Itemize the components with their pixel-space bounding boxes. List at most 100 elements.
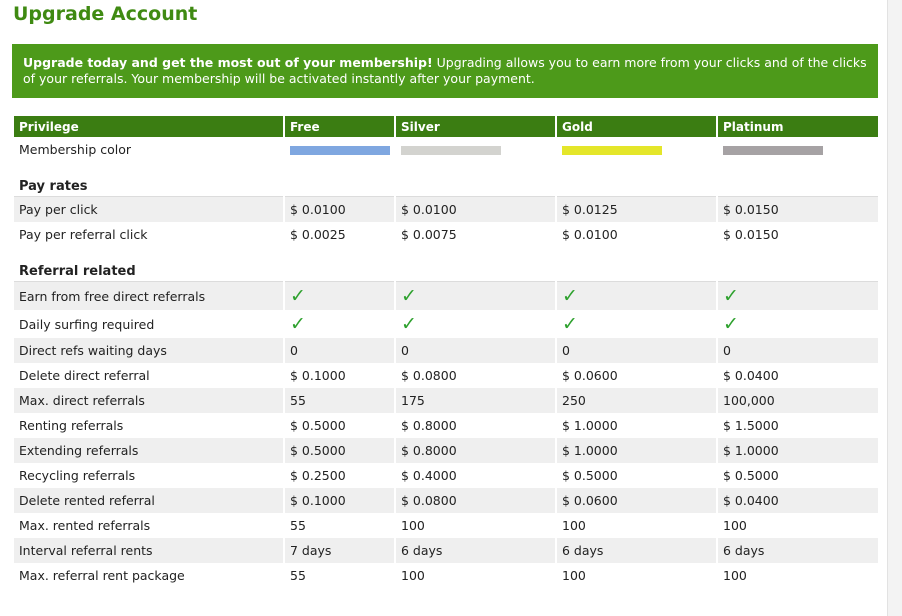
cell-free: 7 days (283, 538, 395, 563)
cell-free: 55 (283, 513, 395, 538)
cell-free: 0 (283, 338, 395, 363)
cell-gold: $ 0.0600 (555, 363, 717, 388)
row-label: Delete direct referral (14, 363, 284, 388)
header-gold: Gold (555, 116, 717, 137)
cell-gold: 0 (555, 338, 717, 363)
cell-gold: $ 0.0125 (555, 196, 717, 222)
cell-free: $ 0.2500 (283, 463, 395, 488)
cell-free: $ 0.5000 (283, 413, 395, 438)
row-label: Direct refs waiting days (14, 338, 284, 363)
cell-silver: $ 0.8000 (394, 413, 556, 438)
cell-silver: $ 0.0800 (394, 488, 556, 513)
cell-platinum: $ 0.0150 (716, 222, 878, 247)
cell-silver: 6 days (394, 538, 556, 563)
table-row: Renting referrals $ 0.5000 $ 0.8000 $ 1.000… (14, 413, 878, 438)
row-label: Max. rented referrals (14, 513, 284, 538)
cell-silver: 100 (394, 513, 556, 538)
check-icon: ✓ (562, 313, 578, 335)
check-icon: ✓ (562, 285, 578, 307)
cell-platinum: 100 (716, 513, 878, 538)
cell-platinum: $ 0.0150 (716, 196, 878, 222)
section-spacer (14, 247, 878, 262)
cell-silver: 175 (394, 388, 556, 413)
privileges-table: Privilege Free Silver Gold Platinum Memb… (14, 116, 878, 588)
row-label: Max. direct referrals (14, 388, 284, 413)
row-label: Interval referral rents (14, 538, 284, 563)
cell-platinum: $ 1.5000 (716, 413, 878, 438)
check-icon: ✓ (290, 285, 306, 307)
cell-silver: $ 0.0075 (394, 222, 556, 247)
cell-gold: $ 1.0000 (555, 413, 717, 438)
color-swatch-platinum (723, 146, 823, 155)
cell-silver: 100 (394, 563, 556, 588)
cell-platinum: $ 0.5000 (716, 463, 878, 488)
membership-color-row: Membership color (14, 137, 878, 162)
check-icon: ✓ (723, 285, 739, 307)
cell-platinum: $ 1.0000 (716, 438, 878, 463)
color-swatch-silver (401, 146, 501, 155)
scrollbar-track[interactable] (887, 0, 902, 616)
header-platinum: Platinum (716, 116, 878, 137)
cell-gold: $ 0.5000 (555, 463, 717, 488)
table-row: Daily surfing required ✓ ✓ ✓ ✓ (14, 310, 878, 338)
table-row: Interval referral rents 7 days 6 days 6 day… (14, 538, 878, 563)
row-label: Membership color (14, 137, 284, 162)
table-row: Earn from free direct referrals ✓ ✓ ✓ ✓ (14, 281, 878, 310)
cell-free: 55 (283, 563, 395, 588)
cell-free: 55 (283, 388, 395, 413)
cell-gold: 100 (555, 563, 717, 588)
table-row: Extending referrals $ 0.5000 $ 0.8000 $ 1.0… (14, 438, 878, 463)
header-privilege: Privilege (14, 116, 284, 137)
row-label: Max. referral rent package (14, 563, 284, 588)
cell-platinum: $ 0.0400 (716, 488, 878, 513)
cell-platinum: $ 0.0400 (716, 363, 878, 388)
upgrade-banner: Upgrade today and get the most out of yo… (12, 44, 878, 98)
page-title: Upgrade Account (13, 3, 198, 25)
check-icon: ✓ (401, 285, 417, 307)
cell-silver: $ 0.0100 (394, 196, 556, 222)
cell-gold: 6 days (555, 538, 717, 563)
section-spacer (14, 162, 878, 177)
cell-free: $ 0.1000 (283, 363, 395, 388)
cell-silver: $ 0.0800 (394, 363, 556, 388)
row-label: Delete rented referral (14, 488, 284, 513)
cell-gold: 100 (555, 513, 717, 538)
table-header-row: Privilege Free Silver Gold Platinum (14, 116, 878, 137)
cell-gold: $ 0.0100 (555, 222, 717, 247)
cell-silver: 0 (394, 338, 556, 363)
table-row: Recycling referrals $ 0.2500 $ 0.4000 $ 0.5… (14, 463, 878, 488)
color-swatch-gold (562, 146, 662, 155)
cell-free: $ 0.0100 (283, 196, 395, 222)
check-icon: ✓ (723, 313, 739, 335)
color-swatch-free (290, 146, 390, 155)
table-row: Delete direct referral $ 0.1000 $ 0.0800 $ … (14, 363, 878, 388)
cell-platinum: 0 (716, 338, 878, 363)
table-row: Pay per referral click $ 0.0025 $ 0.0075 $ … (14, 222, 878, 247)
section-heading: Pay rates (14, 177, 878, 197)
cell-free: $ 0.1000 (283, 488, 395, 513)
cell-gold: 250 (555, 388, 717, 413)
row-label: Renting referrals (14, 413, 284, 438)
banner-headline: Upgrade today and get the most out of yo… (23, 55, 433, 70)
header-free: Free (283, 116, 395, 137)
cell-free: $ 0.0025 (283, 222, 395, 247)
cell-gold: $ 0.0600 (555, 488, 717, 513)
check-icon: ✓ (401, 313, 417, 335)
row-label: Recycling referrals (14, 463, 284, 488)
table-row: Delete rented referral $ 0.1000 $ 0.0800 $ … (14, 488, 878, 513)
row-label: Pay per click (14, 196, 284, 222)
table-row: Pay per click $ 0.0100 $ 0.0100 $ 0.0125 $ 0… (14, 196, 878, 222)
table-row: Max. direct referrals 55 175 250 100,000 (14, 388, 878, 413)
cell-platinum: 100,000 (716, 388, 878, 413)
check-icon: ✓ (290, 313, 306, 335)
cell-gold: $ 1.0000 (555, 438, 717, 463)
section-heading-row: Referral related (14, 262, 878, 282)
row-label: Daily surfing required (14, 310, 284, 338)
cell-silver: $ 0.4000 (394, 463, 556, 488)
cell-platinum: 6 days (716, 538, 878, 563)
header-silver: Silver (394, 116, 556, 137)
table-row: Max. rented referrals 55 100 100 100 (14, 513, 878, 538)
section-heading: Referral related (14, 262, 878, 282)
cell-platinum: 100 (716, 563, 878, 588)
section-heading-row: Pay rates (14, 177, 878, 197)
